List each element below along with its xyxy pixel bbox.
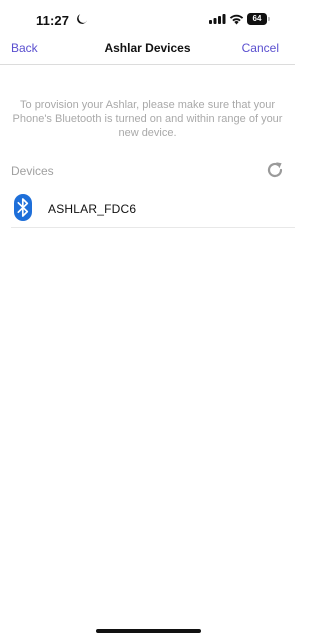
moon-icon [77,14,87,24]
cancel-button[interactable]: Cancel [242,41,279,55]
devices-section-header: Devices [11,164,54,178]
home-indicator[interactable] [96,629,201,633]
battery-cap [268,17,270,21]
refresh-icon[interactable] [265,160,285,180]
status-time: 11:27 [36,13,70,28]
device-name: ASHLAR_FDC6 [48,202,137,216]
bluetooth-icon [14,194,32,221]
nav-bar: Back Ashlar Devices Cancel [0,36,295,65]
instructions-text: To provision your Ashlar, please make su… [12,99,283,139]
battery-level: 64 [247,13,267,25]
status-bar: 11:27 64 [0,0,295,36]
cellular-signal-icon [209,14,226,24]
battery-icon: 64 [247,13,270,25]
wifi-icon [229,14,244,25]
device-list-item[interactable]: ASHLAR_FDC6 [11,190,295,228]
screen: 11:27 64 Back Ashlar Devices Cancel To p… [0,0,295,640]
